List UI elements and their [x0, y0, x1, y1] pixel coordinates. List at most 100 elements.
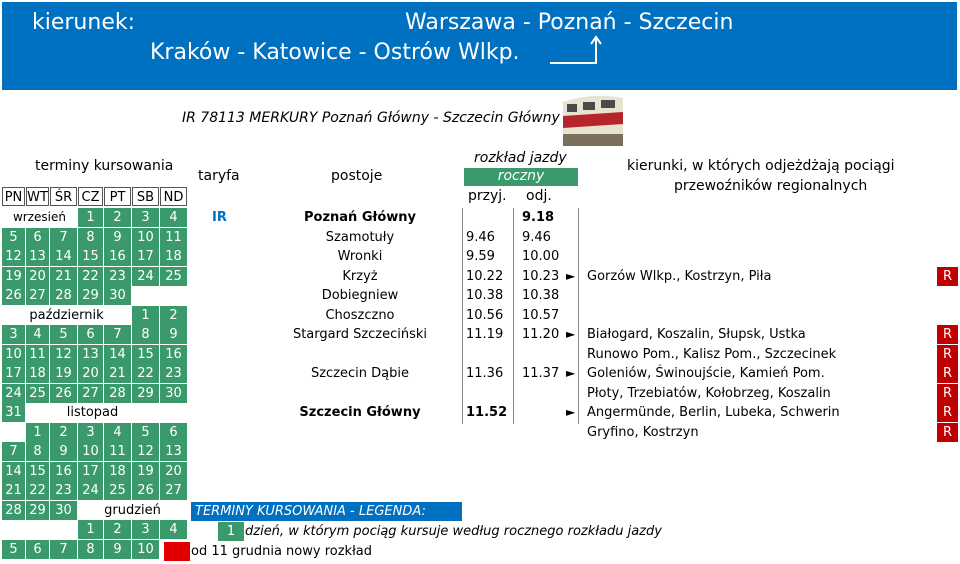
- connection-destinations: Goleniów, Świnoujście, Kamień Pom.: [587, 366, 825, 381]
- calendar-day: 24: [2, 383, 25, 403]
- stop-name: Szczecin Dąbie: [310, 366, 409, 381]
- calendar-day: 2: [50, 422, 77, 442]
- calendar-day: 12: [132, 442, 159, 461]
- regional-carrier-badge: R: [937, 344, 958, 364]
- calendar-day: 7: [2, 442, 25, 461]
- calendar-day: 12: [2, 247, 25, 266]
- stop-name: Poznań Główny: [304, 210, 416, 225]
- calendar-day: [132, 286, 159, 305]
- connection-destinations: Angermünde, Berlin, Lubeka, Schwerin: [587, 405, 840, 420]
- calendar-day: 28: [50, 286, 77, 305]
- calendar-day: 13: [78, 344, 103, 364]
- calendar-day: [160, 286, 187, 305]
- weekday-4: PT: [104, 187, 131, 206]
- connection-destinations: Gryfino, Kostrzyn: [587, 424, 699, 440]
- calendar-day: 8: [132, 325, 159, 344]
- stop-arrival: 9.59: [466, 249, 495, 264]
- calendar-day: 9: [104, 227, 131, 247]
- calendar-day: 23: [50, 481, 77, 500]
- calendar-day: [50, 520, 77, 539]
- train-photo-icon: [563, 90, 623, 146]
- calendar-day: 1: [132, 305, 159, 325]
- header-banner: kierunek: Warszawa - Poznań - Szczecin K…: [2, 2, 957, 90]
- calendar-day: 14: [2, 461, 25, 481]
- calendar-day: 3: [132, 520, 159, 539]
- calendar-day: 14: [50, 247, 77, 266]
- calendar-day: 27: [78, 383, 103, 403]
- calendar-day: 6: [160, 422, 187, 442]
- calendar-day: [26, 520, 49, 539]
- calendar-day: 8: [78, 227, 103, 247]
- calendar-day: 6: [78, 325, 103, 344]
- grid-line: [578, 208, 579, 424]
- header-odj: odj.: [526, 188, 552, 204]
- weekday-2: ŚR: [50, 187, 77, 206]
- stop-name: Stargard Szczeciński: [292, 327, 428, 342]
- stop-name: Krzyż: [342, 268, 378, 284]
- calendar-day: 4: [160, 520, 187, 539]
- calendar-day: [2, 422, 25, 442]
- calendar-day: 28: [104, 383, 131, 403]
- stop-name: [260, 384, 460, 403]
- route-primary: Warszawa - Poznań - Szczecin: [405, 10, 734, 35]
- calendar-day: 22: [132, 364, 159, 383]
- stop-arrival: 10.56: [466, 307, 504, 323]
- arrow-right-icon: ►: [566, 405, 576, 419]
- calendar-day: 1: [26, 422, 49, 442]
- stop-departure: 11.20: [522, 327, 560, 342]
- calendar-day: 4: [160, 208, 187, 227]
- weekday-0: PN: [2, 187, 25, 206]
- stop-departure: 10.57: [522, 307, 560, 323]
- calendar-day: 27: [26, 286, 49, 305]
- calendar-day: 1: [78, 208, 103, 227]
- calendar-day: 20: [78, 364, 103, 383]
- calendar-day: 19: [132, 461, 159, 481]
- stop-departure: 9.18: [522, 210, 555, 225]
- calendar-day: 31: [2, 403, 25, 422]
- calendar-day: 16: [50, 461, 77, 481]
- calendar-day: 16: [104, 247, 131, 266]
- calendar-day: 8: [26, 442, 49, 461]
- weekday-1: WT: [26, 187, 49, 206]
- calendar-day: 5: [2, 227, 25, 247]
- connection-destinations: Płoty, Trzebiatów, Kołobrzeg, Koszalin: [587, 385, 831, 401]
- legend-red-box: [164, 542, 190, 561]
- calendar-day: 23: [160, 364, 187, 383]
- calendar-day: 7: [104, 325, 131, 344]
- calendar-day: 25: [104, 481, 131, 500]
- calendar-day: 21: [2, 481, 25, 500]
- calendar-day: 10: [78, 442, 103, 461]
- stop-arrival: 10.22: [466, 268, 504, 284]
- arrow-right-icon: ►: [566, 327, 576, 341]
- calendar-day: 7: [50, 539, 77, 559]
- direction-label: kierunek:: [32, 10, 136, 35]
- stop-name: Dobiegniew: [321, 288, 399, 303]
- regional-carrier-badge: R: [937, 383, 958, 403]
- calendar-day: 10: [2, 344, 25, 364]
- stop-arrival: 9.46: [466, 229, 495, 245]
- legend-title: TERMINY KURSOWANIA - LEGENDA:: [191, 502, 462, 521]
- arrow-right-icon: ►: [566, 268, 576, 283]
- calendar-day: [160, 403, 187, 422]
- calendar-day: 17: [2, 364, 25, 383]
- calendar-day: 4: [104, 422, 131, 442]
- calendar-day: 22: [78, 266, 103, 286]
- calendar-day: 12: [50, 344, 77, 364]
- return-arrow-icon: [550, 35, 602, 64]
- calendar-day: 4: [26, 325, 49, 344]
- calendar-day: 9: [160, 325, 187, 344]
- header-postoje: postoje: [331, 168, 383, 184]
- stop-name: Choszczno: [325, 307, 395, 323]
- arrow-right-icon: ►: [566, 366, 576, 380]
- weekday-3: CZ: [78, 187, 103, 206]
- calendar-day: 23: [104, 266, 131, 286]
- regional-carrier-badge: R: [937, 422, 958, 442]
- tariff-label: IR: [212, 210, 227, 225]
- stop-name: Szczecin Główny: [299, 405, 421, 420]
- legend-sample-day: 1: [218, 522, 244, 541]
- calendar-day: 13: [26, 247, 49, 266]
- calendar-day: 29: [26, 500, 49, 520]
- calendar-day: 10: [132, 227, 159, 247]
- stop-arrival: 10.38: [466, 288, 504, 303]
- connection-destinations: Gorzów Wlkp., Kostrzyn, Piła: [587, 268, 772, 284]
